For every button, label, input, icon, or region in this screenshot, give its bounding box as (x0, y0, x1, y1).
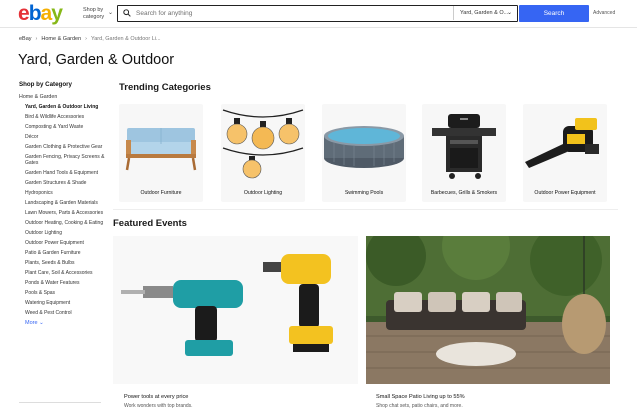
shop-by-category-button[interactable]: Shop by category ⌄ (83, 7, 113, 20)
advanced-search-link[interactable]: Advanced (593, 10, 615, 16)
sidebar-item[interactable]: Outdoor Lighting (19, 230, 109, 236)
logo-letter: a (40, 2, 53, 25)
breadcrumb-link[interactable]: Home & Garden (41, 36, 81, 42)
grill-image (432, 114, 496, 179)
shop-by-line2: category (83, 13, 105, 20)
header-divider (0, 27, 637, 28)
category-label: Outdoor Furniture (140, 190, 182, 196)
category-card[interactable]: Outdoor Lighting (221, 104, 305, 202)
sidebar-heading: Shop by Category (19, 81, 72, 88)
page-title: Yard, Garden & Outdoor (18, 52, 175, 68)
more-label: More (25, 320, 38, 326)
chevron-down-icon: ⌄ (506, 10, 512, 16)
sidebar-item[interactable]: Garden Clothing & Protective Gear (19, 144, 109, 150)
sidebar-item[interactable]: Décor (19, 134, 109, 140)
logo-letter: e (18, 2, 30, 25)
sidebar-item[interactable]: Patio & Garden Furniture (19, 250, 109, 256)
sidebar-item[interactable]: Landscaping & Garden Materials (19, 200, 109, 206)
sidebar-item[interactable]: Garden Hand Tools & Equipment (19, 170, 109, 176)
search-input[interactable] (136, 8, 436, 19)
sidebar-item[interactable]: Plant Care, Soil & Accessories (19, 270, 109, 276)
sidebar-item[interactable]: Garden Fencing, Privacy Screens & Gates (19, 154, 109, 166)
category-label: Swimming Pools (344, 190, 384, 196)
chevron-down-icon: ⌄ (39, 320, 44, 326)
logo-letter: b (28, 2, 42, 25)
category-label: Outdoor Lighting (243, 190, 283, 196)
event-card-image[interactable] (113, 236, 358, 384)
pool-image (324, 126, 404, 168)
section-divider (113, 209, 618, 210)
patio-image (366, 236, 610, 384)
drills-image (121, 254, 333, 356)
sidebar-parent-link[interactable]: Home & Garden (19, 94, 109, 100)
category-select[interactable]: Yard, Garden & O... ⌄ (453, 6, 516, 20)
sidebar-item[interactable]: Outdoor Power Equipment (19, 240, 109, 246)
sidebar-item[interactable]: Composting & Yard Waste (19, 124, 109, 130)
category-sidebar: Shop by Category Home & Garden Yard, Gar… (19, 81, 109, 326)
sofa-image (125, 128, 197, 171)
category-select-value: Yard, Garden & O... (460, 10, 509, 16)
search-icon (123, 9, 131, 17)
sidebar-item[interactable]: Outdoor Heating, Cooking & Eating (19, 220, 109, 226)
chevron-down-icon: ⌄ (108, 10, 114, 16)
sidebar-item[interactable]: Ponds & Water Features (19, 280, 109, 286)
sidebar-item-current[interactable]: Yard, Garden & Outdoor Living (19, 104, 109, 110)
search-button[interactable]: Search (519, 5, 589, 22)
event-title[interactable]: Small Space Patio Living up to 55% (376, 394, 465, 400)
sidebar-item[interactable]: Pools & Spas (19, 290, 109, 296)
breadcrumb-link[interactable]: eBay (19, 36, 32, 42)
event-title[interactable]: Power tools at every price (124, 394, 188, 400)
ebay-logo[interactable]: ebay (18, 2, 63, 26)
sidebar-divider (19, 402, 101, 403)
chevron-right-icon: › (35, 36, 38, 42)
trending-title: Trending Categories (119, 82, 211, 93)
category-card[interactable]: Outdoor Power Equipment (523, 104, 607, 202)
featured-title: Featured Events (113, 218, 187, 229)
shop-by-line1: Shop by (83, 7, 104, 13)
category-card[interactable]: Swimming Pools (322, 104, 406, 202)
category-label: Barbecues, Grills & Smokers (430, 190, 498, 196)
logo-letter: y (51, 2, 63, 25)
event-subtitle: Work wonders with top brands. (124, 403, 193, 409)
sidebar-item[interactable]: Weed & Pest Control (19, 310, 109, 316)
sidebar-item[interactable]: Bird & Wildlife Accessories (19, 114, 109, 120)
category-card[interactable]: Outdoor Furniture (119, 104, 203, 202)
category-label: Outdoor Power Equipment (534, 190, 596, 196)
breadcrumb-current: Yard, Garden & Outdoor Li... (90, 36, 161, 42)
event-card-image[interactable] (366, 236, 610, 384)
sidebar-more-button[interactable]: More ⌄ (19, 320, 109, 326)
breadcrumb: eBay › Home & Garden › Yard, Garden & Outdoo… (19, 36, 161, 42)
category-card[interactable]: Barbecues, Grills & Smokers (422, 104, 506, 202)
leaf-blower-image (525, 118, 599, 168)
chevron-right-icon: › (85, 36, 87, 42)
sidebar-item[interactable]: Plants, Seeds & Bulbs (19, 260, 109, 266)
sidebar-item[interactable]: Lawn Mowers, Parts & Accessories (19, 210, 109, 216)
event-subtitle: Shop chat sets, patio chairs, and more. (376, 403, 463, 409)
sidebar-item[interactable]: Watering Equipment (19, 300, 109, 306)
sidebar-item[interactable]: Garden Structures & Shade (19, 180, 109, 186)
string-lights-image (222, 109, 304, 179)
sidebar-item[interactable]: Hydroponics (19, 190, 109, 196)
search-bar: Yard, Garden & O... ⌄ (117, 5, 518, 22)
